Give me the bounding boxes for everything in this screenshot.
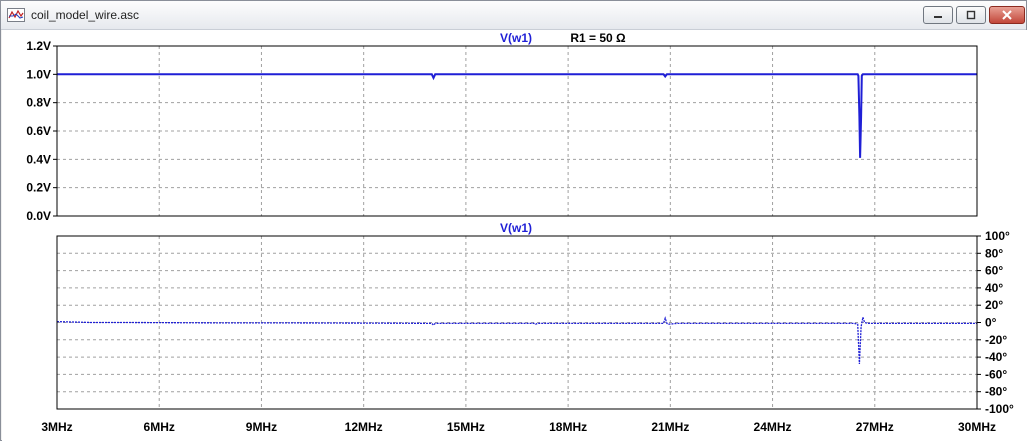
pane-title-phase[interactable]: V(w1) — [500, 221, 532, 235]
y-tick-label: 0.4V — [26, 152, 51, 166]
y-tick-label: -40° — [985, 350, 1007, 364]
x-tick-label: 30MHz — [958, 420, 996, 434]
annotation-r1: R1 = 50 Ω — [570, 31, 626, 45]
x-tick-labels: 3MHz 6MHz 9MHz 12MHz 15MHz 18MHz 21MHz 24MHz 27M… — [41, 420, 996, 434]
x-tick-label: 15MHz — [447, 420, 485, 434]
waveform-icon — [7, 8, 25, 22]
title-bar[interactable]: coil_model_wire.asc — [1, 1, 1026, 30]
minimize-icon — [934, 16, 942, 18]
x-tick-label: 18MHz — [549, 420, 587, 434]
y-tick-label: -80° — [985, 385, 1007, 399]
y-tick-label: 100° — [985, 229, 1010, 243]
grid-magnitude — [57, 46, 977, 216]
y-tick-label: -60° — [985, 367, 1007, 381]
y-tick-label: 0.2V — [26, 181, 51, 195]
y-tick-label: 0° — [985, 316, 997, 330]
x-tick-label: 27MHz — [856, 420, 894, 434]
y-tick-label: 40° — [985, 281, 1003, 295]
plot-area: V(w1) R1 = 50 Ω 0.0V 0.2V 0.4V 0.6V 0.8V 1.0V… — [2, 30, 1027, 441]
x-tick-label: 9MHz — [246, 420, 277, 434]
waveform-viewer[interactable]: V(w1) R1 = 50 Ω 0.0V 0.2V 0.4V 0.6V 0.8V 1.0V… — [2, 30, 1027, 441]
y-tick-label: 1.2V — [26, 39, 51, 53]
magnitude-pane[interactable]: V(w1) R1 = 50 Ω 0.0V 0.2V 0.4V 0.6V 0.8V 1.0V… — [26, 31, 978, 223]
y-tick-label: -100° — [985, 402, 1014, 416]
y-tick-label: 0.8V — [26, 96, 51, 110]
y-tick-label: 60° — [985, 264, 1003, 278]
x-tick-label: 24MHz — [754, 420, 792, 434]
close-icon — [1002, 10, 1012, 20]
y-tick-label: 0.6V — [26, 124, 51, 138]
window-title: coil_model_wire.asc — [31, 8, 140, 22]
close-button[interactable] — [989, 6, 1025, 24]
y-tick-label: 1.0V — [26, 67, 51, 81]
x-tick-label: 21MHz — [651, 420, 689, 434]
y-tick-label: 0.0V — [26, 209, 51, 223]
x-tick-label: 6MHz — [144, 420, 175, 434]
y-tick-label: -20° — [985, 333, 1007, 347]
app-window: coil_model_wire.asc V(w1) R1 = 50 Ω 0.0V… — [0, 0, 1027, 441]
minimize-button[interactable] — [923, 6, 953, 24]
trace-magnitude[interactable] — [57, 73, 977, 158]
y-tick-label: 20° — [985, 298, 1003, 312]
pane-title-magnitude[interactable]: V(w1) — [500, 31, 532, 45]
y-tick-label: 80° — [985, 246, 1003, 260]
maximize-icon — [966, 10, 976, 20]
x-tick-label: 12MHz — [345, 420, 383, 434]
maximize-button[interactable] — [956, 6, 986, 24]
y-tick-labels-magnitude: 0.0V 0.2V 0.4V 0.6V 0.8V 1.0V 1.2V — [26, 39, 57, 223]
y-tick-labels-phase: 100° 80° 60° 40° 20° 0° -20° -40° -60° -80° -100° — [977, 229, 1014, 416]
phase-pane[interactable]: V(w1) 100° 80° 60° 40° 20° 0° -20° -40° -60° -80°… — [56, 221, 1014, 416]
x-tick-label: 3MHz — [41, 420, 72, 434]
